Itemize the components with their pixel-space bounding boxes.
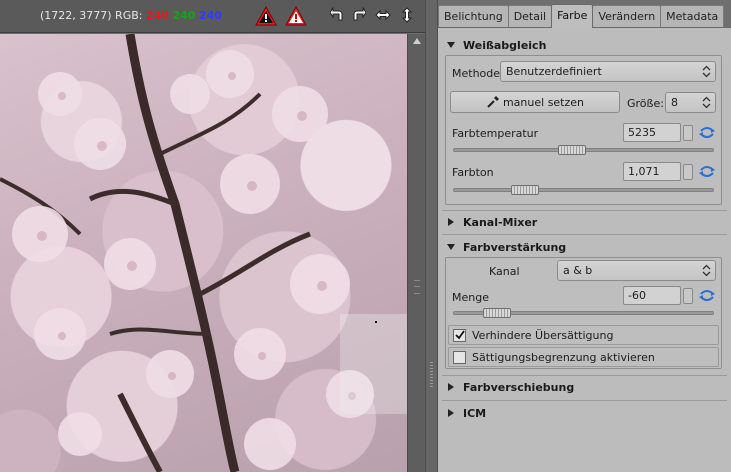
- color-tools-panel: Weißabgleich Methode Benutzerdefiniert m…: [438, 27, 731, 472]
- section-divider: [442, 210, 727, 211]
- tint-label: Farbton: [452, 166, 494, 179]
- preview-vertical-scrollbar[interactable]: [407, 34, 425, 472]
- amount-input[interactable]: -60: [623, 286, 693, 305]
- channel-label: Kanal: [489, 265, 520, 278]
- tint-input[interactable]: 1,071: [623, 162, 693, 181]
- prevent-saturation-checkbox[interactable]: [453, 329, 466, 342]
- color-shift-title: Farbverschiebung: [463, 380, 575, 394]
- tint-slider-track[interactable]: [453, 188, 714, 192]
- icm-header[interactable]: ICM: [447, 404, 486, 422]
- temperature-label: Farbtemperatur: [452, 127, 539, 140]
- temperature-input[interactable]: 5235: [623, 123, 693, 142]
- white-balance-header[interactable]: Weißabgleich: [447, 36, 546, 54]
- channel-select[interactable]: a & b: [557, 260, 716, 281]
- channel-mixer-title: Kanal-Mixer: [463, 215, 538, 229]
- size-value: 8: [671, 96, 678, 109]
- eyedropper-icon: [487, 96, 499, 108]
- manual-wb-label: manuel setzen: [502, 95, 585, 109]
- tab-veraendern[interactable]: Verändern: [592, 5, 662, 27]
- saturation-limit-checkbox[interactable]: [453, 351, 466, 364]
- tab-farbe[interactable]: Farbe: [551, 4, 594, 28]
- rotate-right-icon[interactable]: [352, 7, 366, 23]
- vibrance-header[interactable]: Farbverstärkung: [447, 238, 566, 256]
- select-arrows-icon: [702, 264, 711, 277]
- reset-icon[interactable]: [699, 126, 715, 138]
- scroll-up-arrow-icon[interactable]: [412, 37, 422, 45]
- amount-label: Menge: [452, 291, 489, 304]
- section-divider: [442, 234, 727, 235]
- temperature-stepper[interactable]: [683, 125, 693, 141]
- tab-belichtung[interactable]: Belichtung: [438, 5, 509, 27]
- size-label: Größe:: [627, 97, 664, 110]
- white-balance-box: Methode Benutzerdefiniert manuel setzen …: [445, 55, 722, 205]
- blue-value: 240: [198, 9, 222, 22]
- tab-detail[interactable]: Detail: [507, 5, 553, 27]
- green-value: 240: [172, 9, 196, 22]
- section-divider: [442, 400, 727, 401]
- temperature-value: 5235: [628, 126, 656, 139]
- select-arrows-icon: [702, 65, 711, 78]
- tool-tabs: Belichtung Detail Farbe Verändern Metada…: [438, 4, 725, 28]
- scrollbar-grip[interactable]: [414, 280, 420, 294]
- size-select[interactable]: 8: [665, 92, 716, 113]
- panel-splitter[interactable]: [425, 0, 438, 472]
- tint-value: 1,071: [628, 165, 660, 178]
- tint-slider-thumb[interactable]: [511, 185, 540, 195]
- vibrance-title: Farbverstärkung: [463, 240, 567, 254]
- checkmark-icon: [455, 330, 465, 340]
- red-value: 240: [145, 9, 169, 22]
- tint-stepper[interactable]: [683, 164, 693, 180]
- method-value: Benutzerdefiniert: [506, 65, 602, 78]
- amount-slider-thumb[interactable]: [483, 308, 512, 318]
- icm-title: ICM: [463, 406, 487, 420]
- preview-toolbar: (1722, 3777) RGB: 240 240 240: [0, 0, 425, 33]
- flip-horizontal-icon[interactable]: [375, 7, 391, 23]
- manual-wb-button[interactable]: manuel setzen: [450, 91, 620, 113]
- coordinate-readout: (1722, 3777) RGB:: [40, 9, 143, 22]
- saturation-limit-label: Sättigungsbegrenzung aktivieren: [472, 351, 655, 364]
- cherry-blossom-photo: [0, 34, 407, 472]
- section-divider: [442, 375, 727, 376]
- reset-icon[interactable]: [699, 165, 715, 177]
- method-label: Methode: [452, 67, 501, 80]
- prevent-saturation-row[interactable]: Verhindere Übersättigung: [448, 325, 719, 345]
- pixel-readout: (1722, 3777) RGB: 240 240 240: [40, 9, 222, 22]
- expanded-arrow-icon: [447, 244, 455, 250]
- select-arrows-icon: [702, 96, 711, 109]
- collapsed-arrow-icon: [448, 383, 454, 391]
- channel-value: a & b: [563, 264, 593, 277]
- white-balance-title: Weißabgleich: [463, 38, 547, 52]
- rotate-left-icon[interactable]: [330, 7, 344, 23]
- color-shift-header[interactable]: Farbverschiebung: [447, 378, 574, 396]
- highlight-clipping-warning-icon[interactable]: [285, 5, 307, 27]
- saturation-limit-row[interactable]: Sättigungsbegrenzung aktivieren: [448, 347, 719, 367]
- tab-metadata[interactable]: Metadata: [660, 5, 725, 27]
- channel-mixer-header[interactable]: Kanal-Mixer: [447, 213, 537, 231]
- temperature-slider-thumb[interactable]: [557, 145, 586, 155]
- prevent-saturation-label: Verhindere Übersättigung: [472, 329, 614, 342]
- splitter-handle[interactable]: [430, 362, 433, 388]
- amount-stepper[interactable]: [683, 288, 693, 304]
- collapsed-arrow-icon: [448, 218, 454, 226]
- reset-icon[interactable]: [699, 289, 715, 301]
- flip-vertical-icon[interactable]: [400, 7, 414, 23]
- shadow-clipping-warning-icon[interactable]: [255, 5, 277, 27]
- method-select[interactable]: Benutzerdefiniert: [500, 61, 716, 82]
- amount-value: -60: [628, 289, 646, 302]
- image-preview[interactable]: [0, 34, 407, 472]
- collapsed-arrow-icon: [448, 409, 454, 417]
- expanded-arrow-icon: [447, 42, 455, 48]
- vibrance-box: Kanal a & b Menge -60 Verhindere Übersät…: [445, 257, 722, 369]
